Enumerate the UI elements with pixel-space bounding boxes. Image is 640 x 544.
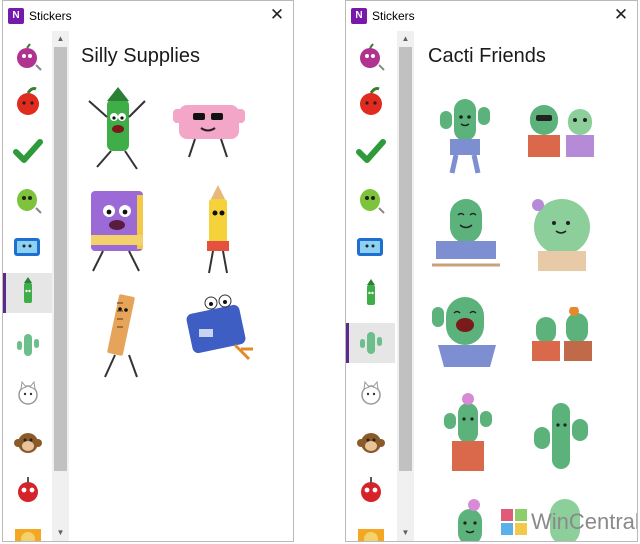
stickers-window-left: N Stickers ✕ ▲ ▼ Silly Supplies — [2, 0, 294, 542]
scroll-down-arrow[interactable]: ▼ — [52, 525, 69, 541]
robot-icon — [17, 477, 38, 502]
scroll-up-arrow[interactable]: ▲ — [52, 31, 69, 47]
tablet-icon — [356, 238, 383, 256]
checkmark-icon — [12, 139, 43, 163]
category-sidebar — [346, 31, 395, 541]
title-bar: N Stickers ✕ — [346, 1, 637, 31]
two-cacti-sticker[interactable] — [524, 99, 604, 169]
sticker-gallery: Cacti Friends — [414, 31, 620, 541]
category-cat[interactable] — [346, 373, 395, 413]
checkmark-icon — [355, 139, 386, 163]
onenote-app-icon: N — [351, 8, 367, 24]
comic-icon — [14, 529, 41, 541]
flower-cactus-sticker[interactable] — [524, 199, 600, 275]
category-comic[interactable] — [346, 515, 395, 541]
crayon-icon — [23, 277, 32, 303]
category-monkey[interactable] — [346, 423, 395, 463]
apple-icon — [359, 87, 382, 115]
category-cactus[interactable] — [346, 323, 395, 363]
apple-icon — [16, 87, 39, 115]
cat-icon — [17, 380, 38, 405]
category-pepper[interactable] — [3, 179, 52, 219]
category-tablet[interactable] — [3, 227, 52, 267]
window-title: Stickers — [372, 9, 415, 23]
category-checkmark[interactable] — [3, 131, 52, 171]
category-scrollbar[interactable]: ▲ ▼ — [397, 31, 414, 541]
small-cactus-sticker[interactable] — [438, 495, 502, 542]
happy-cactus-sticker[interactable] — [432, 197, 502, 269]
category-cat[interactable] — [3, 373, 52, 413]
close-button[interactable]: ✕ — [264, 3, 290, 27]
category-pepper[interactable] — [346, 179, 395, 219]
title-bar: N Stickers ✕ — [3, 1, 293, 31]
cactus-icon — [16, 334, 39, 356]
wincentral-logo-icon — [501, 509, 527, 535]
category-apple[interactable] — [3, 81, 52, 121]
scrollbar-thumb[interactable] — [399, 47, 412, 471]
category-grape[interactable] — [346, 37, 395, 77]
scroll-down-arrow[interactable]: ▼ — [397, 525, 414, 541]
cat-icon — [360, 380, 381, 405]
onenote-app-icon: N — [8, 8, 24, 24]
category-cactus[interactable] — [3, 325, 52, 365]
stickers-window-right: N Stickers ✕ ▲ ▼ Cacti Friends WinCentra… — [345, 0, 638, 542]
grape-icon — [16, 43, 42, 71]
pink-eraser-sticker[interactable] — [171, 95, 247, 165]
category-sidebar — [3, 31, 52, 541]
category-grape[interactable] — [3, 37, 52, 77]
pepper-icon — [16, 189, 42, 214]
green-crayon-sticker[interactable] — [81, 87, 151, 173]
cactus-icon — [359, 332, 382, 354]
pepper-icon — [359, 189, 385, 214]
grape-icon — [359, 43, 385, 71]
close-button[interactable]: ✕ — [608, 3, 634, 27]
prickly-cactus-sticker[interactable] — [530, 399, 592, 475]
scrollbar-thumb[interactable] — [54, 47, 67, 471]
category-robot[interactable] — [3, 471, 52, 511]
pencil-sharpener-sticker[interactable] — [175, 289, 265, 373]
category-crayon[interactable] — [346, 275, 395, 315]
comic-icon — [357, 529, 384, 541]
category-robot[interactable] — [346, 471, 395, 511]
monkey-icon — [356, 433, 385, 453]
category-comic[interactable] — [3, 515, 52, 541]
pack-title: Cacti Friends — [428, 45, 546, 67]
sticker-gallery: Silly Supplies — [69, 31, 293, 541]
category-scrollbar[interactable]: ▲ ▼ — [52, 31, 69, 541]
scroll-up-arrow[interactable]: ▲ — [397, 31, 414, 47]
purple-notebook-sticker[interactable] — [79, 189, 155, 277]
watermark-text: WinCentral — [531, 509, 638, 534]
pink-flower-cactus-sticker[interactable] — [438, 393, 498, 477]
category-apple[interactable] — [346, 81, 395, 121]
monkey-icon — [13, 433, 42, 453]
window-title: Stickers — [29, 9, 72, 23]
laughing-cactus-sticker[interactable] — [430, 293, 504, 373]
category-tablet[interactable] — [346, 227, 395, 267]
category-monkey[interactable] — [3, 423, 52, 463]
category-checkmark[interactable] — [346, 131, 395, 171]
blue-pot-cactus-sticker[interactable] — [434, 93, 496, 177]
pack-title: Silly Supplies — [81, 45, 200, 67]
ruler-sticker[interactable] — [93, 289, 151, 381]
crayon-icon — [366, 279, 375, 305]
wincentral-watermark: WinCentral — [501, 509, 638, 535]
cactus-pair-sticker[interactable] — [528, 307, 598, 365]
tablet-icon — [13, 238, 40, 256]
robot-icon — [360, 477, 381, 502]
yellow-pencil-sticker[interactable] — [195, 185, 241, 277]
category-crayon[interactable] — [3, 273, 52, 313]
